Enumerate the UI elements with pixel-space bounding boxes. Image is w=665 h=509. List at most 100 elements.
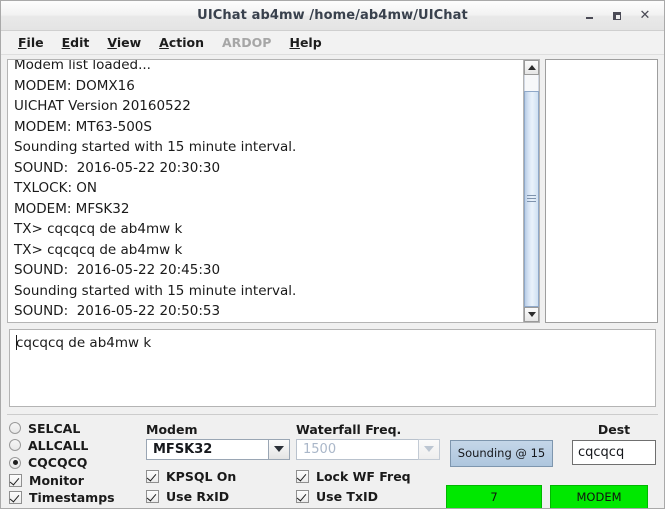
log-line: UICHAT Version 20160522 (14, 98, 191, 114)
checkbox-use-txid-label: Use TxID (316, 488, 379, 504)
radio-cqcqcq-label: CQCQCQ (28, 455, 88, 471)
menu-mnemonic: A (159, 35, 169, 50)
scroll-down-button[interactable] (524, 306, 539, 322)
log-line: TX> cqcqcq de ab4mw k (14, 221, 183, 237)
station-list-panel[interactable] (545, 59, 658, 323)
log-line: MODEM: DOMX16 (14, 77, 135, 94)
checkbox-icon (9, 473, 22, 487)
window-title: UIChat ab4mw /home/ab4mw/UIChat (197, 8, 468, 23)
text-caret (16, 334, 17, 350)
menu-item-view[interactable]: View (98, 33, 150, 52)
transmit-input-text: cqcqcq de ab4mw k (16, 334, 152, 351)
log-line: Sounding started with 15 minute interval… (14, 282, 297, 299)
main-content: Modem list loaded... MODEM: DOMX16 UICHA… (1, 55, 664, 508)
log-line: TXLOCK: ON (14, 180, 98, 196)
dest-label: Dest (597, 422, 631, 437)
log-line: Modem list loaded... (14, 59, 151, 73)
radio-icon (9, 422, 21, 435)
checkbox-monitor-label: Monitor (29, 472, 84, 488)
close-button[interactable]: ✕ (638, 9, 652, 23)
log-line: TX> cqcqcq de ab4mw k (14, 241, 183, 258)
log-lines: Modem list loaded... MODEM: DOMX16 UICHA… (8, 59, 523, 322)
radio-icon (9, 456, 21, 469)
minimize-button[interactable] (582, 9, 596, 23)
modem-select[interactable]: MFSK32 (146, 438, 290, 460)
checkbox-icon (296, 489, 309, 503)
log-line: SOUND: 2016-05-22 20:30:30 (14, 159, 221, 176)
log-line: SOUND: 2016-05-22 20:45:30 (14, 262, 221, 278)
triangle-up-icon (527, 65, 536, 70)
waterfall-freq-label: Waterfall Freq. (296, 421, 402, 437)
menu-label-rest: ction (168, 35, 204, 50)
menu-label-rest: elp (299, 35, 322, 50)
waterfall-column: Waterfall Freq. 1500 Lock WF Freq Use Tx… (292, 420, 442, 507)
checkbox-lock-wf-freq[interactable]: Lock WF Freq (296, 467, 442, 486)
radio-cqcqcq[interactable]: CQCQCQ (9, 454, 142, 471)
checkbox-timestamps[interactable]: Timestamps (9, 489, 142, 506)
maximize-button[interactable] (610, 9, 624, 23)
modem-label: Modem (146, 421, 198, 437)
checkbox-use-rxid[interactable]: Use RxID (146, 487, 292, 506)
checkbox-timestamps-label: Timestamps (29, 489, 115, 505)
menu-mnemonic: E (61, 35, 71, 50)
radio-selcal[interactable]: SELCAL (9, 420, 142, 437)
close-icon: ✕ (639, 8, 651, 23)
waterfall-freq-select-button (418, 438, 440, 460)
chevron-down-icon (274, 446, 284, 453)
waterfall-freq-select: 1500 (296, 438, 440, 460)
scrollbar-thumb[interactable] (524, 91, 539, 307)
modem-status-led: MODEM (550, 484, 648, 508)
menu-item-edit[interactable]: Edit (53, 33, 99, 52)
checkbox-icon (9, 490, 22, 504)
modem-select-button[interactable] (268, 438, 290, 460)
chevron-down-icon (424, 446, 434, 453)
radio-icon (9, 439, 21, 452)
checkbox-use-txid[interactable]: Use TxID (296, 487, 442, 506)
menu-label-rest: iew (116, 35, 142, 50)
checkbox-icon (146, 489, 159, 503)
menu-item-file[interactable]: File (9, 33, 53, 52)
scrollbar-track[interactable] (524, 75, 539, 307)
log-line: SOUND: 2016-05-22 20:50:53 (14, 303, 221, 319)
call-mode-column: SELCAL ALLCALL CQCQCQ Monitor Timestamps (7, 420, 142, 507)
menu-item-ardop: ARDOP (213, 33, 280, 52)
checkbox-use-rxid-label: Use RxID (166, 488, 230, 504)
maximize-icon (613, 11, 621, 20)
triangle-down-icon (527, 311, 536, 317)
menu-label-rest: dit (70, 35, 90, 50)
minimize-icon (585, 17, 593, 19)
menu-item-help[interactable]: Help (280, 33, 330, 52)
scrollbar-grip-icon (527, 193, 536, 204)
transmit-input[interactable]: cqcqcq de ab4mw k (9, 328, 656, 407)
checkbox-kpsql-on-label: KPSQL On (166, 468, 237, 484)
log-area-row: Modem list loaded... MODEM: DOMX16 UICHA… (1, 55, 664, 323)
log-scrollbar[interactable] (523, 59, 540, 323)
radio-allcall[interactable]: ALLCALL (9, 437, 142, 454)
checkbox-icon (296, 469, 309, 483)
modem-select-value: MFSK32 (146, 438, 268, 460)
log-line: MODEM: MFSK32 (14, 200, 130, 217)
menu-mnemonic: V (107, 35, 117, 50)
checkbox-kpsql-on[interactable]: KPSQL On (146, 467, 292, 486)
radio-allcall-label: ALLCALL (28, 437, 89, 453)
receive-log[interactable]: Modem list loaded... MODEM: DOMX16 UICHA… (7, 59, 523, 323)
title-bar: UIChat ab4mw /home/ab4mw/UIChat ✕ (1, 1, 664, 31)
scroll-up-button[interactable] (524, 60, 539, 75)
log-line: MODEM: MT63-500S (14, 118, 152, 135)
actions-column: Sounding @ 15 7 MODEM Busy Detect Dest c… (442, 420, 658, 508)
menu-item-action[interactable]: Action (150, 33, 213, 52)
dest-input[interactable]: cqcqcq (572, 439, 656, 465)
dest-block: Dest cqcqcq (572, 420, 656, 465)
control-panel: SELCAL ALLCALL CQCQCQ Monitor Timestamps (7, 413, 658, 508)
checkbox-icon (146, 469, 159, 483)
waterfall-freq-value: 1500 (296, 438, 418, 460)
menu-mnemonic: H (289, 35, 300, 50)
sounding-button[interactable]: Sounding @ 15 (450, 439, 553, 467)
menu-bar: File Edit View Action ARDOP Help (1, 31, 664, 55)
menu-mnemonic: F (18, 35, 27, 50)
modem-column: Modem MFSK32 KPSQL On Use RxID (142, 420, 292, 507)
scrollbar-track-gap (524, 75, 539, 91)
checkbox-monitor[interactable]: Monitor (9, 471, 142, 488)
menu-label-rest: ile (26, 35, 44, 50)
uichat-window: UIChat ab4mw /home/ab4mw/UIChat ✕ File E… (0, 0, 665, 509)
